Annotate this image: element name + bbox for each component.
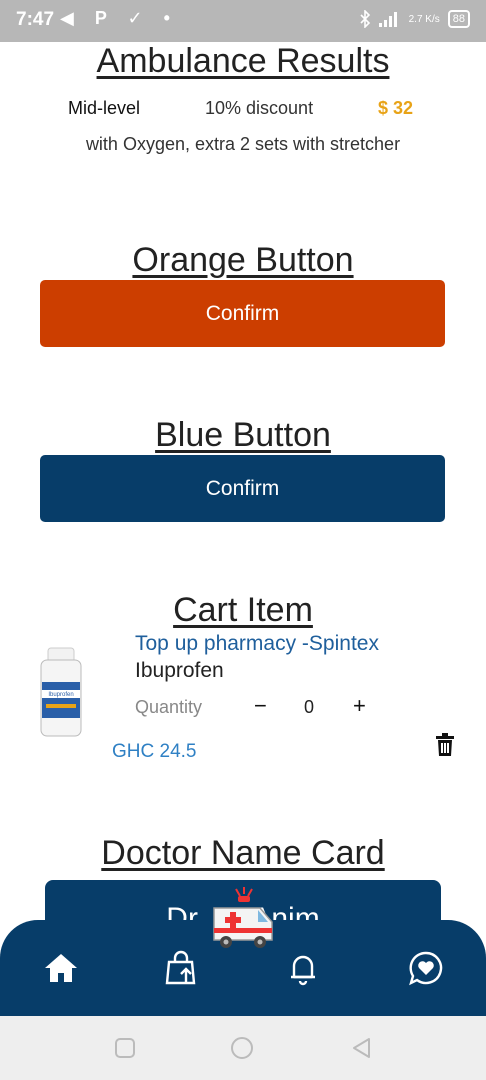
bottle-label: Ibuprofen	[48, 692, 73, 698]
bluetooth-icon	[360, 10, 370, 28]
shopping-bag-icon[interactable]	[164, 950, 200, 986]
quantity-increase-button[interactable]: +	[353, 693, 366, 719]
system-navigation-bar	[0, 1016, 486, 1080]
trash-icon[interactable]	[434, 733, 456, 757]
ambulance-level: Mid-level	[68, 98, 141, 118]
blue-confirm-button[interactable]: Confirm	[40, 455, 445, 522]
network-speed: 2.7 K/s	[408, 13, 440, 25]
ambulance-price: $ 32	[378, 98, 414, 118]
bell-icon[interactable]	[285, 950, 321, 986]
status-bar: 7:47 ◀ P ✓ • 2.7 K/s 88	[0, 0, 486, 42]
notification-icons: ◀ P ✓ •	[60, 8, 178, 28]
orange-button-title: Orange Button	[132, 241, 354, 279]
ambulance-icon[interactable]	[210, 886, 280, 952]
status-right: 2.7 K/s 88	[359, 10, 470, 28]
doctor-card-title: Doctor Name Card	[101, 834, 385, 872]
cart-item-title: Cart Item	[173, 591, 313, 629]
cart-product-name: Ibuprofen	[135, 659, 224, 682]
cart-store-link[interactable]: Top up pharmacy -Spintex	[135, 632, 379, 656]
circle-icon[interactable]	[230, 1036, 254, 1060]
quantity-label: Quantity	[135, 697, 203, 717]
cart-price: GHC 24.5	[112, 741, 197, 762]
ambulance-description: with Oxygen, extra 2 sets with stretcher	[85, 134, 401, 154]
ambulance-section-title: Ambulance Results	[96, 42, 390, 80]
battery-icon: 88	[447, 10, 470, 28]
status-time: 7:47	[16, 9, 55, 30]
ambulance-discount: 10% discount	[205, 98, 314, 118]
medicine-bottle-image: Ibuprofen	[40, 647, 82, 737]
quantity-value: 0	[304, 697, 315, 717]
quantity-decrease-button[interactable]: −	[254, 693, 267, 719]
blue-button-title: Blue Button	[155, 416, 331, 454]
orange-confirm-button[interactable]: Confirm	[40, 280, 445, 347]
chat-heart-icon[interactable]	[408, 950, 444, 986]
home-icon[interactable]	[43, 950, 79, 986]
back-triangle-icon[interactable]	[350, 1036, 372, 1060]
signal-icon	[378, 12, 397, 27]
square-icon[interactable]	[114, 1037, 136, 1059]
